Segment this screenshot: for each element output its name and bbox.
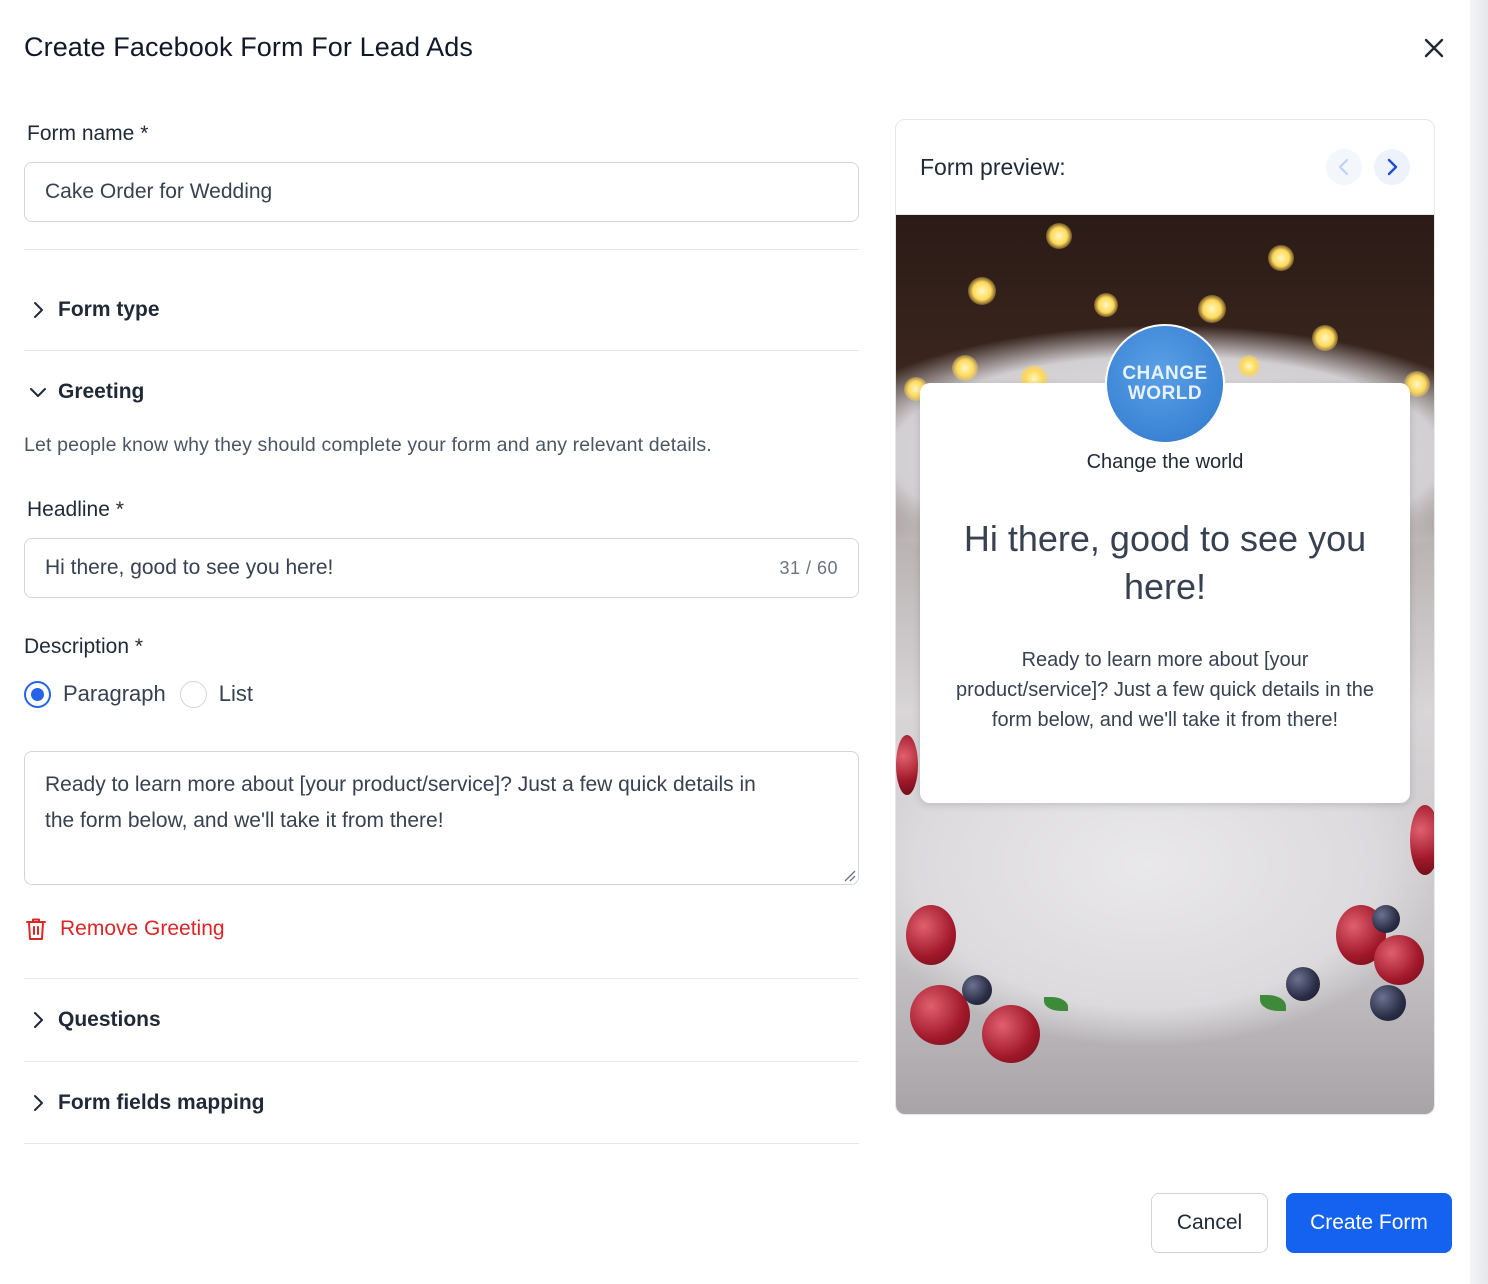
- preview-description: Ready to learn more about [your product/…: [956, 649, 1374, 731]
- description-type-radio-group: Paragraph List: [24, 678, 267, 710]
- headline-value: Hi there, good to see you here!: [45, 556, 334, 579]
- logo-text-line-1: CHANGE: [1122, 363, 1208, 384]
- section-mapping-label: Form fields mapping: [58, 1091, 265, 1114]
- leaf: [1044, 997, 1068, 1011]
- trash-icon: [26, 918, 46, 940]
- strawberry: [982, 1005, 1040, 1063]
- section-form-type[interactable]: Form type: [24, 290, 859, 330]
- preview-nav: [1326, 149, 1410, 185]
- strawberry: [1410, 805, 1434, 875]
- modal-edge: [1470, 0, 1488, 1284]
- bokeh-light: [952, 355, 978, 381]
- preview-prev-button[interactable]: [1326, 149, 1362, 185]
- close-icon: [1424, 38, 1444, 58]
- remove-greeting-label: Remove Greeting: [60, 917, 225, 940]
- radio-paragraph-label[interactable]: Paragraph: [63, 681, 166, 707]
- bokeh-light: [1094, 293, 1118, 317]
- chevron-right-icon: [34, 1095, 43, 1111]
- bokeh-light: [1268, 245, 1294, 271]
- bokeh-light: [968, 277, 996, 305]
- section-questions[interactable]: Questions: [24, 1000, 859, 1040]
- preview-headline: Hi there, good to see you here!: [963, 518, 1367, 607]
- radio-list-label[interactable]: List: [219, 681, 253, 707]
- preview-next-button[interactable]: [1374, 149, 1410, 185]
- divider: [24, 1143, 859, 1144]
- brand-logo: CHANGE WORLD: [1105, 324, 1225, 444]
- divider: [24, 1061, 859, 1062]
- form-preview-panel: Form preview: CHANGE WORLD Change the wo…: [895, 119, 1435, 1115]
- cancel-button[interactable]: Cancel: [1151, 1193, 1268, 1253]
- bokeh-light: [1312, 325, 1338, 351]
- divider: [24, 249, 859, 250]
- form-name-label: Form name *: [27, 122, 149, 145]
- section-questions-label: Questions: [58, 1008, 161, 1031]
- radio-list[interactable]: [179, 680, 207, 708]
- section-form-type-label: Form type: [58, 298, 160, 321]
- strawberry: [1374, 935, 1424, 985]
- chevron-left-icon: [1338, 158, 1349, 176]
- preview-title: Form preview:: [920, 153, 1066, 180]
- blueberry: [1370, 985, 1406, 1021]
- section-greeting-label: Greeting: [58, 380, 145, 403]
- create-form-modal: Create Facebook Form For Lead Ads Form n…: [0, 0, 1470, 1284]
- headline-input[interactable]: Hi there, good to see you here! 31 / 60: [24, 538, 859, 598]
- bokeh-light: [1046, 223, 1072, 249]
- modal-title: Create Facebook Form For Lead Ads: [24, 32, 474, 62]
- strawberry: [906, 905, 956, 965]
- close-button[interactable]: [1418, 32, 1450, 64]
- section-greeting[interactable]: Greeting: [24, 372, 859, 412]
- divider: [24, 978, 859, 979]
- headline-label: Headline *: [27, 498, 124, 521]
- description-textarea[interactable]: Ready to learn more about [your product/…: [24, 751, 859, 885]
- logo-text-line-2: WORLD: [1127, 383, 1203, 404]
- leaf: [1260, 995, 1286, 1011]
- form-name-value: Cake Order for Wedding: [45, 180, 273, 203]
- blueberry: [1372, 905, 1400, 933]
- blueberry: [1286, 967, 1320, 1001]
- blueberry: [962, 975, 992, 1005]
- headline-char-counter: 31 / 60: [779, 557, 838, 578]
- divider: [24, 350, 859, 351]
- greeting-preview-card: Change the world Hi there, good to see y…: [920, 383, 1410, 803]
- strawberry: [910, 985, 970, 1045]
- form-name-input[interactable]: Cake Order for Wedding: [24, 162, 859, 222]
- preview-header: Form preview:: [896, 120, 1434, 215]
- section-form-fields-mapping[interactable]: Form fields mapping: [24, 1083, 859, 1123]
- chevron-right-icon: [34, 1012, 43, 1028]
- resize-grip-icon[interactable]: [842, 868, 856, 882]
- brand-name: Change the world: [1086, 451, 1244, 473]
- bokeh-light: [1198, 295, 1226, 323]
- bokeh-light: [1238, 355, 1260, 377]
- greeting-help-text: Let people know why they should complete…: [24, 434, 712, 456]
- remove-greeting-button[interactable]: Remove Greeting: [24, 916, 225, 942]
- description-value: Ready to learn more about [your product/…: [45, 773, 756, 832]
- chevron-down-icon: [30, 388, 46, 397]
- description-label: Description *: [24, 635, 144, 658]
- create-form-button[interactable]: Create Form: [1286, 1193, 1452, 1253]
- chevron-right-icon: [34, 302, 43, 318]
- radio-paragraph[interactable]: [24, 680, 51, 708]
- chevron-right-icon: [1387, 158, 1398, 176]
- strawberry: [896, 735, 918, 795]
